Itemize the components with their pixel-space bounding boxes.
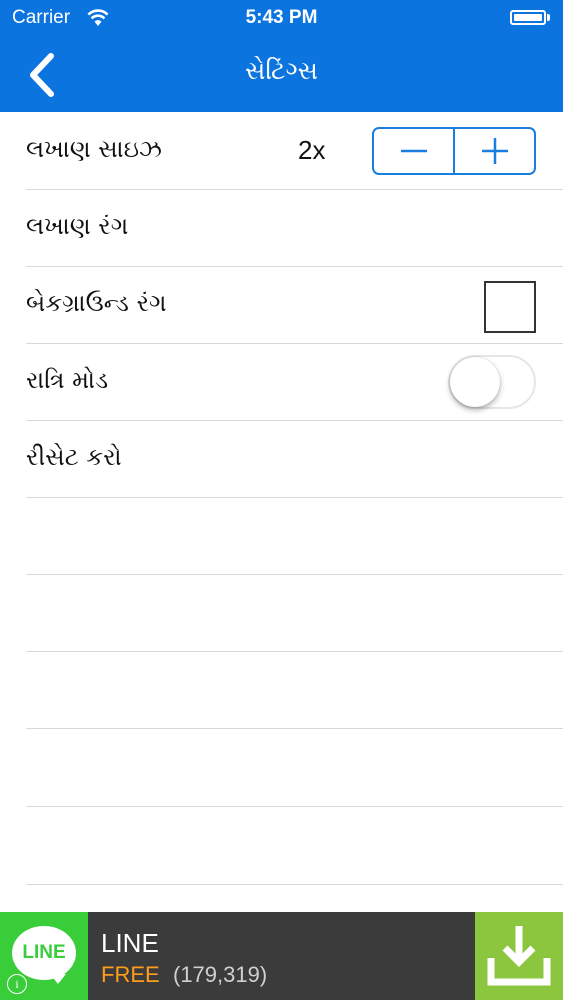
battery-tip: [547, 14, 550, 21]
background-color-label: બેકગ્રાઉન્ડ રંગ: [26, 289, 167, 317]
reset-label: રીસેટ કરો: [26, 443, 122, 471]
settings-row-reset[interactable]: રીસેટ કરો: [0, 421, 563, 498]
text-size-label: લખાણ સાઇઝ: [26, 135, 162, 163]
empty-row: [0, 730, 563, 807]
ad-price: FREE: [101, 962, 160, 987]
status-time: 5:43 PM: [245, 7, 318, 28]
night-mode-toggle[interactable]: [448, 355, 536, 409]
line-logo-tail: [50, 974, 66, 984]
empty-row: [0, 575, 563, 652]
ad-app-logo: LINE i: [0, 912, 88, 1000]
row-divider: [26, 806, 563, 807]
ad-app-name: LINE: [101, 928, 159, 958]
empty-row: [0, 652, 563, 729]
download-icon: [487, 926, 551, 986]
row-divider: [26, 728, 563, 729]
status-bar: Carrier 5:43 PM: [0, 0, 563, 36]
settings-row-background-color: બેકગ્રાઉન્ડ રંગ: [0, 267, 563, 344]
decrease-size-button[interactable]: [374, 129, 453, 173]
increase-size-button[interactable]: [453, 129, 534, 173]
text-size-value: 2x: [298, 135, 326, 165]
background-color-swatch[interactable]: [484, 281, 536, 333]
settings-row-night-mode: રાત્રિ મોડ: [0, 344, 563, 421]
night-mode-label: રાત્રિ મોડ: [26, 366, 109, 394]
empty-row: [0, 498, 563, 575]
text-size-stepper: [372, 127, 536, 175]
settings-row-text-color[interactable]: લખાણ રંગ: [0, 190, 563, 267]
page-title: સેટિંગ્સ: [245, 56, 318, 85]
battery-icon: [510, 10, 546, 25]
minus-icon: [400, 149, 427, 153]
download-button[interactable]: [475, 912, 563, 1000]
text-color-label: લખાણ રંગ: [26, 212, 129, 240]
ad-banner[interactable]: LINE i LINE FREE (179,319): [0, 912, 563, 1000]
ad-rating-count: (179,319): [173, 962, 268, 987]
settings-row-text-size: લખાણ સાઇઝ 2x: [0, 113, 563, 190]
row-divider: [26, 884, 563, 885]
navigation-bar: Carrier 5:43 PM સેટિંગ્સ: [0, 0, 563, 112]
empty-row: [0, 808, 563, 885]
toggle-knob: [450, 357, 500, 407]
line-logo: LINE: [12, 926, 76, 980]
info-icon[interactable]: i: [7, 974, 27, 994]
plus-icon: [481, 138, 508, 164]
